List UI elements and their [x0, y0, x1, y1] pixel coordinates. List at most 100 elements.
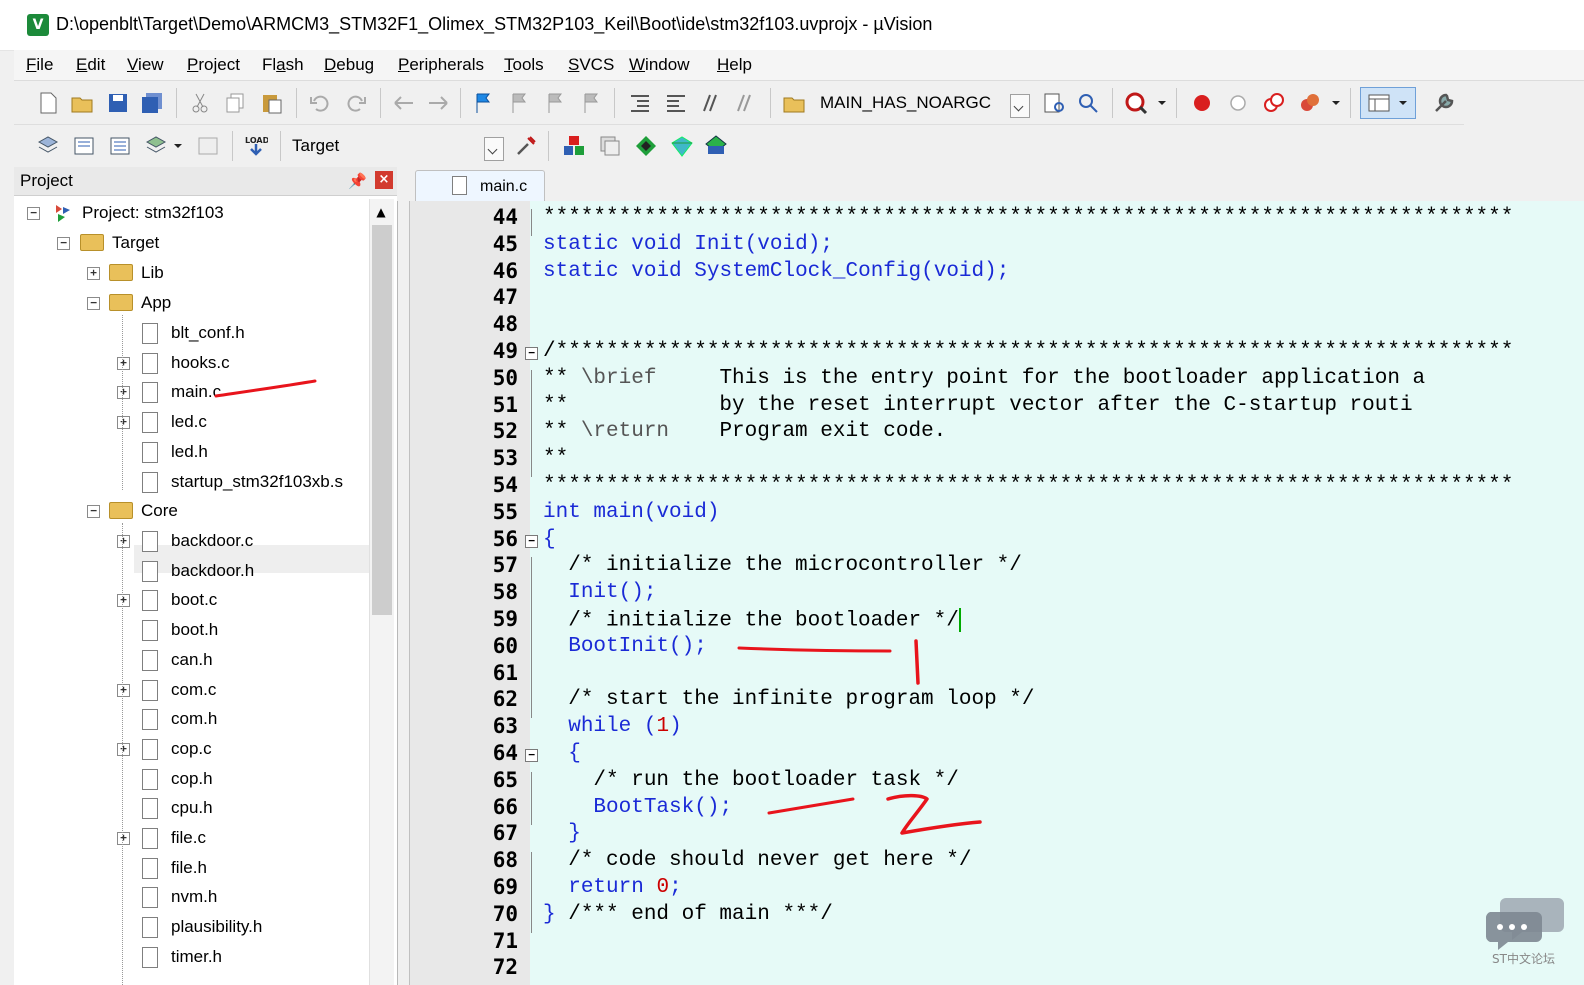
incremental-find-icon[interactable] — [1076, 91, 1100, 115]
tree-file[interactable]: led.c — [171, 408, 207, 436]
pack-installer-icon[interactable] — [634, 134, 658, 158]
stop-build-icon[interactable] — [196, 134, 220, 158]
code-line[interactable]: /* start the infinite program loop */ — [543, 688, 1034, 711]
code-line[interactable]: ** \return Program exit code. — [543, 420, 946, 443]
code-line[interactable]: int main(void) — [543, 501, 719, 524]
code-line[interactable]: ****************************************… — [543, 474, 1513, 497]
bookmark-prev-icon[interactable] — [508, 91, 532, 115]
select-packs-icon[interactable] — [670, 134, 694, 158]
expand-file-icon[interactable]: + — [117, 683, 130, 697]
navigate-back-icon[interactable] — [392, 91, 416, 115]
unindent-icon[interactable] — [664, 91, 688, 115]
paste-icon[interactable] — [260, 91, 284, 115]
fold-toggle-icon[interactable]: − — [525, 749, 538, 762]
target-combo[interactable]: Target — [292, 133, 492, 159]
code-line[interactable]: BootTask(); — [543, 796, 732, 819]
tree-file[interactable]: com.c — [171, 676, 216, 704]
manage-components-icon[interactable] — [562, 134, 586, 158]
scroll-thumb[interactable] — [372, 225, 392, 615]
expand-lib-icon[interactable]: + — [87, 267, 100, 280]
code-line[interactable]: } — [543, 822, 581, 845]
code-line[interactable]: static void Init(void); — [543, 233, 833, 256]
indent-icon[interactable] — [628, 91, 652, 115]
collapse-target-icon[interactable]: − — [57, 237, 70, 250]
tree-file[interactable]: startup_stm32f103xb.s — [171, 468, 343, 496]
insert-breakpoint-icon[interactable] — [1190, 91, 1214, 115]
expand-file-icon[interactable]: + — [117, 356, 130, 370]
comment-icon[interactable] — [698, 91, 722, 115]
tree-file[interactable]: cop.c — [171, 735, 212, 763]
tree-file[interactable]: plausibility.h — [171, 913, 262, 941]
menu-item-9[interactable]: Window — [629, 55, 689, 75]
batch-build-icon[interactable] — [144, 134, 168, 158]
collapse-app-icon[interactable]: − — [87, 297, 100, 310]
batch-build-dropdown-icon[interactable] — [172, 134, 184, 158]
menu-item-8[interactable]: SVCS — [568, 55, 614, 75]
project-scrollbar[interactable]: ▲ — [369, 199, 394, 985]
menu-item-10[interactable]: Help — [717, 55, 752, 75]
fold-toggle-icon[interactable]: − — [525, 347, 538, 360]
scroll-up-icon[interactable]: ▲ — [370, 201, 392, 223]
expand-file-icon[interactable]: + — [117, 594, 130, 608]
code-line[interactable]: ** — [543, 447, 568, 470]
menu-item-4[interactable]: Flash — [262, 55, 304, 75]
collapse-core-icon[interactable]: − — [87, 505, 100, 518]
collapse-project-icon[interactable]: − — [27, 207, 40, 220]
menu-item-5[interactable]: Debug — [324, 55, 374, 75]
pin-icon[interactable]: 📌 — [348, 172, 367, 190]
cut-icon[interactable] — [188, 91, 212, 115]
bookmark-clear-icon[interactable] — [580, 91, 604, 115]
tree-project-root[interactable]: Project: stm32f103 — [82, 199, 224, 227]
bookmark-icon[interactable] — [472, 91, 496, 115]
define-combo[interactable]: MAIN_HAS_NOARGC — [820, 90, 1020, 116]
expand-file-icon[interactable]: + — [117, 416, 130, 430]
find-icon[interactable] — [1042, 91, 1066, 115]
menu-item-2[interactable]: View — [127, 55, 164, 75]
code-line[interactable]: while (1) — [543, 715, 681, 738]
target-combo-dropdown-icon[interactable] — [484, 137, 504, 161]
disable-all-breakpoints-icon[interactable] — [1262, 91, 1286, 115]
open-folder-icon[interactable] — [70, 91, 94, 115]
rebuild-icon[interactable] — [108, 134, 132, 158]
tree-file[interactable]: file.h — [171, 854, 207, 882]
tree-file[interactable]: boot.h — [171, 616, 218, 644]
code-line[interactable]: ** by the reset interrupt vector after t… — [543, 394, 1413, 417]
manage-runtime-icon[interactable] — [704, 134, 728, 158]
tree-file[interactable]: boot.c — [171, 586, 217, 614]
fold-toggle-icon[interactable]: − — [525, 534, 538, 548]
tree-file[interactable]: led.h — [171, 438, 208, 466]
expand-file-icon[interactable]: + — [117, 535, 130, 548]
tree-file[interactable]: cop.h — [171, 765, 213, 793]
window-layout-button[interactable] — [1360, 87, 1416, 119]
code-line[interactable]: static void SystemClock_Config(void); — [543, 260, 1009, 283]
copy-icon[interactable] — [224, 91, 248, 115]
download-load-icon[interactable]: LOAD — [244, 134, 270, 158]
target-options-icon[interactable] — [514, 134, 538, 158]
close-icon[interactable]: × — [375, 171, 393, 189]
tree-file[interactable]: backdoor.c — [171, 527, 253, 555]
tree-file[interactable]: blt_conf.h — [171, 319, 245, 347]
tree-lib-group[interactable]: Lib — [141, 259, 164, 287]
tree-file[interactable]: com.h — [171, 705, 217, 733]
tree-file[interactable]: hooks.c — [171, 349, 230, 377]
tree-file[interactable]: file.c — [171, 824, 206, 852]
kill-all-breakpoints-icon[interactable] — [1298, 91, 1322, 115]
disable-breakpoint-icon[interactable] — [1226, 91, 1250, 115]
code-editor[interactable]: 44 45 46 47 48 49 50 51 52 53 54 55 56 57 58 59 60 61 62 63… — [409, 201, 1584, 985]
redo-icon[interactable] — [344, 91, 368, 115]
file-extensions-icon[interactable] — [598, 134, 622, 158]
define-combo-dropdown-icon[interactable] — [1010, 94, 1030, 118]
tree-file[interactable]: timer.h — [171, 943, 222, 971]
menu-item-0[interactable]: File — [26, 55, 53, 75]
tab-main-c[interactable]: main.c — [415, 170, 545, 201]
code-line[interactable]: ****************************************… — [543, 206, 1513, 229]
build-icon[interactable] — [72, 134, 96, 158]
expand-file-icon[interactable]: + — [117, 742, 130, 756]
code-line[interactable]: return 0; — [543, 876, 681, 899]
breakpoints-dropdown-icon[interactable] — [1330, 91, 1342, 115]
menu-item-1[interactable]: Edit — [76, 55, 105, 75]
expand-file-icon[interactable]: + — [117, 386, 130, 400]
tree-file[interactable]: can.h — [171, 646, 213, 674]
tree-file[interactable]: nvm.h — [171, 883, 217, 911]
menu-item-6[interactable]: Peripherals — [398, 55, 484, 75]
